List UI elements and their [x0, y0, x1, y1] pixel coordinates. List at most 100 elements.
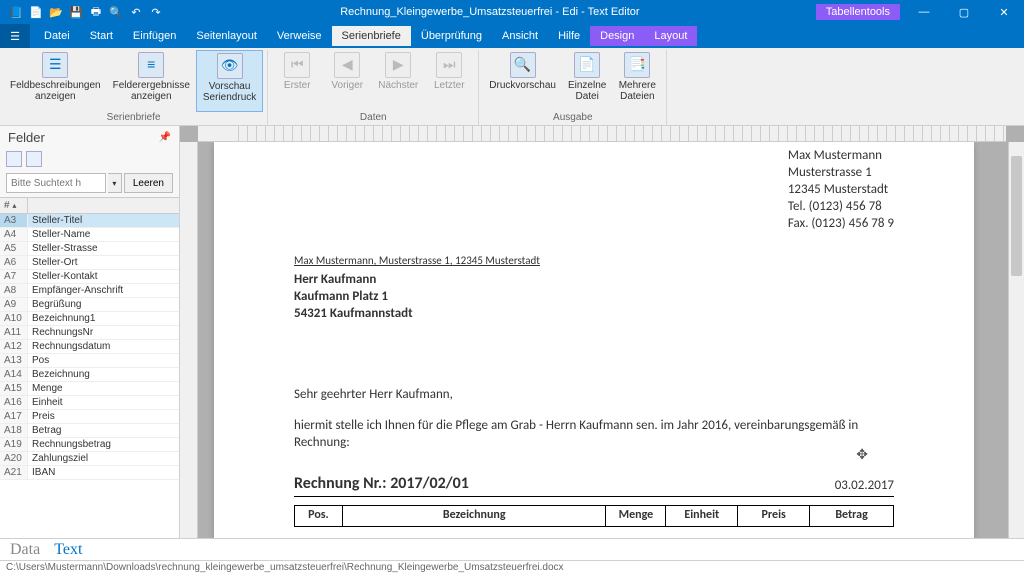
field-row[interactable]: A15Menge	[0, 382, 179, 396]
field-id: A4	[0, 228, 28, 241]
menu-tab-einfügen[interactable]: Einfügen	[123, 26, 186, 46]
field-row[interactable]: A11RechnungsNr	[0, 326, 179, 340]
field-row[interactable]: A8Empfänger-Anschrift	[0, 284, 179, 298]
ribbon-btn-label: VorschauSeriendruck	[203, 81, 256, 103]
ribbon-btn-label: Feldbeschreibungenanzeigen	[10, 80, 101, 102]
open-icon[interactable]: 📂	[48, 4, 64, 20]
ribbon-icon: ⏭	[436, 52, 462, 78]
tab-data[interactable]: Data	[10, 541, 40, 559]
search-dropdown-icon[interactable]: ▾	[108, 173, 122, 193]
field-row[interactable]: A4Steller-Name	[0, 228, 179, 242]
menu-tab-verweise[interactable]: Verweise	[267, 26, 332, 46]
ribbon-btn-label: Druckvorschau	[489, 80, 556, 91]
vertical-scrollbar[interactable]	[1008, 142, 1024, 538]
field-row[interactable]: A18Betrag	[0, 424, 179, 438]
ribbon-btn-label: EinzelneDatei	[568, 80, 606, 102]
minimize-button[interactable]: —	[904, 0, 944, 24]
fields-search-input[interactable]	[6, 173, 106, 193]
field-id: A11	[0, 326, 28, 339]
ribbon-btn-label: Voriger	[331, 80, 363, 91]
datasource-icon[interactable]	[26, 151, 42, 167]
new-icon[interactable]: 📄	[28, 4, 44, 20]
clear-search-button[interactable]: Leeren	[124, 173, 173, 193]
ribbon-group-label: Daten	[360, 112, 387, 125]
field-row[interactable]: A17Preis	[0, 410, 179, 424]
field-id: A18	[0, 424, 28, 437]
menu-tab-layout[interactable]: Layout	[644, 26, 697, 46]
field-row[interactable]: A20Zahlungsziel	[0, 452, 179, 466]
document-page[interactable]: Max Mustermann Musterstrasse 1 12345 Mus…	[214, 142, 974, 538]
field-row[interactable]: A6Steller-Ort	[0, 256, 179, 270]
horizontal-ruler[interactable]	[198, 126, 1006, 142]
ribbon-icon: ⏮	[284, 52, 310, 78]
field-row[interactable]: A13Pos	[0, 354, 179, 368]
recipient-street: Kaufmann Platz 1	[294, 289, 894, 306]
menu-tab-design[interactable]: Design	[590, 26, 644, 46]
field-row[interactable]: A12Rechnungsdatum	[0, 340, 179, 354]
ribbon-btn-vorschau[interactable]: 👁VorschauSeriendruck	[196, 50, 263, 112]
ribbon-btn-erster: ⏮ Erster	[272, 50, 322, 112]
fields-col-id[interactable]: # ▴	[0, 198, 28, 213]
table-header: Menge	[606, 506, 666, 527]
ribbon-group-label: Ausgabe	[553, 112, 592, 125]
fields-col-name[interactable]	[28, 198, 179, 213]
save-icon[interactable]: 💾	[68, 4, 84, 20]
menu-tab-seitenlayout[interactable]: Seitenlayout	[186, 26, 267, 46]
menu-tab-start[interactable]: Start	[80, 26, 123, 46]
field-row[interactable]: A10Bezeichnung1	[0, 312, 179, 326]
field-row[interactable]: A7Steller-Kontakt	[0, 270, 179, 284]
undo-icon[interactable]: ↶	[128, 4, 144, 20]
field-row[interactable]: A3Steller-Titel	[0, 214, 179, 228]
scrollbar-thumb[interactable]	[1011, 156, 1022, 276]
invoice-date: 03.02.2017	[835, 478, 894, 495]
refresh-fields-icon[interactable]	[6, 151, 22, 167]
sender-block: Max Mustermann Musterstrasse 1 12345 Mus…	[788, 148, 894, 232]
file-menu-icon[interactable]: ☰	[0, 24, 30, 48]
field-row[interactable]: A9Begrüßung	[0, 298, 179, 312]
menu-tab-datei[interactable]: Datei	[34, 26, 80, 46]
field-id: A14	[0, 368, 28, 381]
ribbon-btn-druckvorschau[interactable]: 🔍Druckvorschau	[483, 50, 562, 112]
sender-street: Musterstrasse 1	[788, 165, 894, 182]
field-row[interactable]: A16Einheit	[0, 396, 179, 410]
field-name: Steller-Titel	[28, 214, 179, 227]
ribbon-btn-feldbeschreibungen[interactable]: ☰Feldbeschreibungenanzeigen	[4, 50, 107, 112]
ribbon-btn-label: MehrereDateien	[619, 80, 656, 102]
field-name: Rechnungsbetrag	[28, 438, 179, 451]
field-name: Begrüßung	[28, 298, 179, 311]
field-name: Steller-Strasse	[28, 242, 179, 255]
ribbon: ☰Feldbeschreibungenanzeigen≡Felderergebn…	[0, 48, 1024, 126]
field-row[interactable]: A14Bezeichnung	[0, 368, 179, 382]
print-icon[interactable]: 🖶	[88, 4, 104, 20]
menu-tab-serienbriefe[interactable]: Serienbriefe	[332, 26, 411, 46]
field-id: A17	[0, 410, 28, 423]
field-name: Steller-Ort	[28, 256, 179, 269]
ribbon-btn-label: Felderergebnisseanzeigen	[113, 80, 190, 102]
field-name: Steller-Name	[28, 228, 179, 241]
document-area: Max Mustermann Musterstrasse 1 12345 Mus…	[180, 126, 1024, 538]
field-row[interactable]: A21IBAN	[0, 466, 179, 480]
field-row[interactable]: A5Steller-Strasse	[0, 242, 179, 256]
ribbon-btn-mehrere[interactable]: 📑MehrereDateien	[612, 50, 662, 112]
table-header: Betrag	[810, 506, 894, 527]
maximize-button[interactable]: ▢	[944, 0, 984, 24]
tab-text[interactable]: Text	[54, 541, 82, 559]
field-name: Betrag	[28, 424, 179, 437]
menu-tab-ansicht[interactable]: Ansicht	[492, 26, 548, 46]
redo-icon[interactable]: ↷	[148, 4, 164, 20]
close-button[interactable]: ✕	[984, 0, 1024, 24]
field-row[interactable]: A19Rechnungsbetrag	[0, 438, 179, 452]
menu-tab-überprüfung[interactable]: Überprüfung	[411, 26, 492, 46]
vertical-ruler[interactable]	[180, 142, 198, 538]
pin-icon[interactable]: 📌	[159, 132, 171, 143]
ribbon-btn-label: Letzter	[434, 80, 465, 91]
ribbon-btn-einzelne[interactable]: 📄EinzelneDatei	[562, 50, 612, 112]
ribbon-btn-label: Erster	[284, 80, 311, 91]
ribbon-group-label: Serienbriefe	[107, 112, 161, 125]
ribbon-btn-felderergebnisse[interactable]: ≡Felderergebnisseanzeigen	[107, 50, 196, 112]
field-id: A19	[0, 438, 28, 451]
ribbon-icon: ≡	[138, 52, 164, 78]
print-preview-icon[interactable]: 🔍	[108, 4, 124, 20]
fields-list[interactable]: A3Steller-TitelA4Steller-NameA5Steller-S…	[0, 214, 179, 538]
menu-tab-hilfe[interactable]: Hilfe	[548, 26, 590, 46]
